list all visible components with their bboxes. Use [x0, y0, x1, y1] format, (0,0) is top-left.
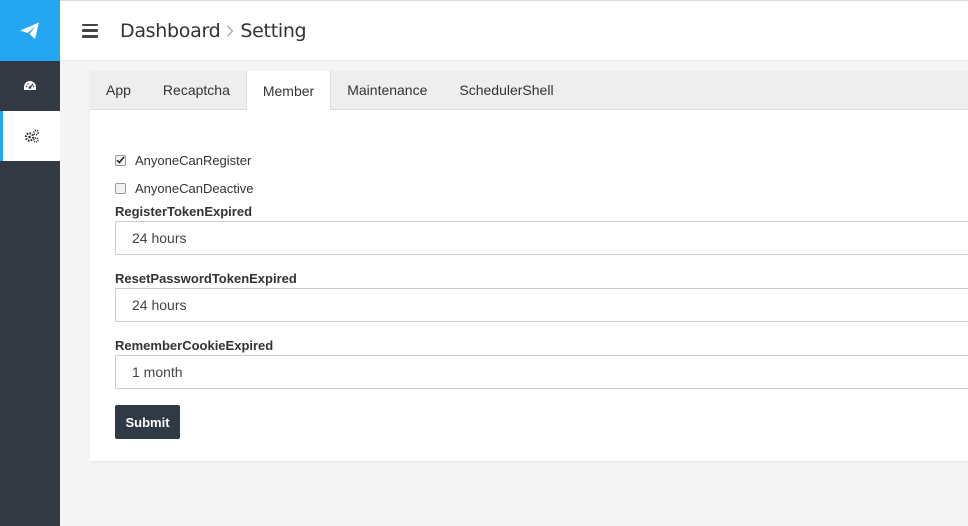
topbar: Dashboard Setting [60, 0, 968, 61]
register-token-expired-label: RegisterTokenExpired [115, 204, 253, 219]
reset-password-token-expired-value: 24 hours [132, 297, 187, 313]
sidebar-item-setting[interactable] [0, 111, 60, 161]
tab-maintenance[interactable]: Maintenance [331, 71, 443, 109]
dashboard-icon [24, 81, 36, 90]
reset-password-token-expired-label: ResetPasswordTokenExpired [115, 271, 297, 286]
breadcrumb-setting: Setting [240, 19, 307, 42]
tab-recaptcha[interactable]: Recaptcha [147, 71, 246, 109]
anyone-can-deactive-checkbox[interactable] [115, 182, 126, 194]
tab-app[interactable]: App [90, 71, 147, 109]
breadcrumb-dashboard[interactable]: Dashboard [120, 20, 221, 42]
chevron-right-icon [226, 25, 234, 37]
remember-cookie-expired-select[interactable]: 1 month [115, 355, 968, 389]
brand-logo[interactable] [0, 0, 60, 61]
checkmark-icon [116, 156, 125, 164]
anyone-can-deactive-label: AnyoneCanDeactive [135, 180, 254, 196]
anyone-can-register-checkbox[interactable] [115, 154, 126, 166]
settings-tabs: App Recaptcha Member Maintenance Schedul… [90, 71, 968, 110]
anyone-can-register-label: AnyoneCanRegister [135, 152, 252, 168]
reset-password-token-expired-select[interactable]: 24 hours [115, 288, 968, 322]
gears-icon [24, 129, 39, 143]
breadcrumb: Dashboard Setting [120, 19, 307, 42]
register-token-expired-select[interactable]: 24 hours [115, 221, 968, 255]
tab-member[interactable]: Member [245, 71, 332, 110]
settings-card: App Recaptcha Member Maintenance Schedul… [90, 71, 968, 461]
paper-plane-icon [20, 22, 39, 39]
register-token-expired-value: 24 hours [132, 230, 187, 246]
menu-toggle-icon[interactable] [82, 23, 98, 38]
remember-cookie-expired-value: 1 month [132, 364, 183, 380]
remember-cookie-expired-label: RememberCookieExpired [115, 338, 274, 353]
tab-schedulershell[interactable]: SchedulerShell [443, 71, 569, 109]
sidebar-item-dashboard[interactable] [0, 61, 60, 111]
submit-button[interactable]: Submit [115, 405, 180, 439]
anyone-can-register-row[interactable]: AnyoneCanRegister [115, 146, 968, 174]
sidebar [0, 0, 60, 526]
member-settings-form: AnyoneCanRegister AnyoneCanDeactive Regi… [90, 110, 968, 439]
anyone-can-deactive-row[interactable]: AnyoneCanDeactive [115, 174, 968, 202]
